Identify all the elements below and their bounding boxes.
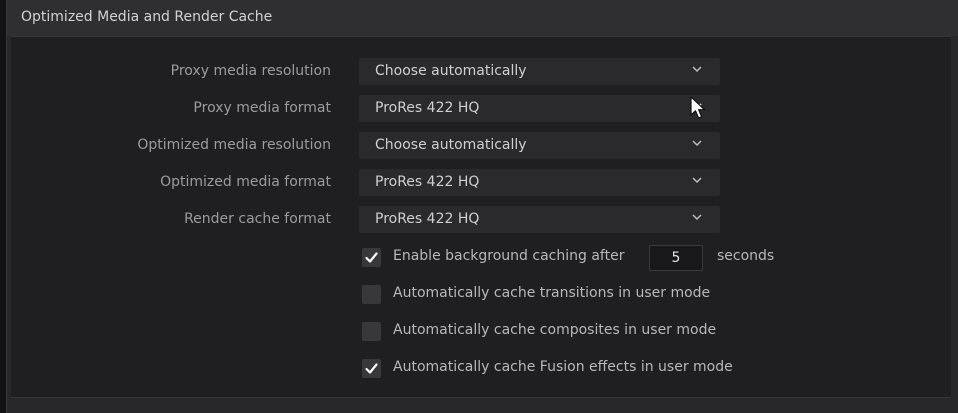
panel-header: Optimized Media and Render Cache	[7, 0, 958, 36]
chevron-down-icon	[692, 140, 702, 147]
dropdown-value: Choose automatically	[375, 137, 527, 153]
background-caching-checkbox[interactable]	[362, 248, 381, 267]
cache-composites-checkbox[interactable]	[362, 322, 381, 341]
optimized-media-resolution-dropdown[interactable]: Choose automatically	[359, 132, 720, 159]
proxy-media-resolution-dropdown[interactable]: Choose automatically	[359, 58, 720, 85]
settings-panel: Optimized Media and Render Cache Proxy m…	[6, 0, 958, 413]
chevron-down-icon	[692, 214, 702, 221]
render-cache-format-label: Render cache format	[184, 211, 331, 227]
cache-transitions-checkbox[interactable]	[362, 285, 381, 304]
cache-fusion-effects-checkbox[interactable]	[362, 359, 381, 378]
dropdown-value: ProRes 422 HQ	[375, 211, 480, 227]
checkmark-icon	[365, 363, 378, 374]
panel-body: Proxy media resolution Choose automatica…	[11, 36, 951, 398]
proxy-media-resolution-label: Proxy media resolution	[170, 63, 331, 79]
dropdown-value: Choose automatically	[375, 63, 527, 79]
cache-composites-label: Automatically cache composites in user m…	[393, 322, 717, 338]
panel-title: Optimized Media and Render Cache	[21, 9, 273, 25]
dropdown-value: ProRes 422 HQ	[375, 100, 480, 116]
dropdown-value: ProRes 422 HQ	[375, 174, 480, 190]
optimized-media-format-dropdown[interactable]: ProRes 422 HQ	[359, 169, 720, 196]
seconds-label: seconds	[717, 248, 775, 264]
proxy-media-format-dropdown[interactable]: ProRes 422 HQ	[359, 95, 720, 122]
background-caching-seconds-input[interactable]: 5	[649, 245, 703, 271]
chevron-down-icon	[692, 66, 702, 73]
proxy-media-format-label: Proxy media format	[193, 100, 331, 116]
mouse-pointer-icon	[690, 96, 706, 119]
chevron-down-icon	[692, 177, 702, 184]
render-cache-format-dropdown[interactable]: ProRes 422 HQ	[359, 206, 720, 233]
cache-fusion-effects-label: Automatically cache Fusion effects in us…	[393, 359, 733, 375]
cache-transitions-label: Automatically cache transitions in user …	[393, 285, 711, 301]
optimized-media-resolution-label: Optimized media resolution	[137, 137, 331, 153]
background-caching-label: Enable background caching after	[393, 248, 625, 264]
optimized-media-format-label: Optimized media format	[160, 174, 331, 190]
checkmark-icon	[365, 252, 378, 263]
